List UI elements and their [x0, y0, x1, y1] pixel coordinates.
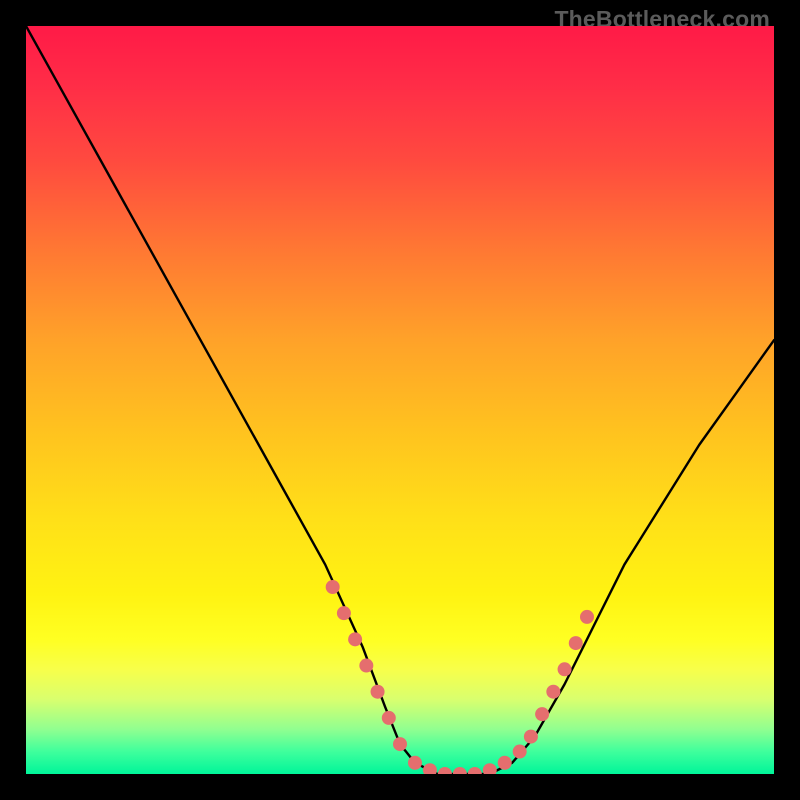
- highlight-dot: [535, 707, 549, 721]
- chart-frame: [26, 26, 774, 774]
- highlight-dot: [438, 767, 452, 774]
- highlight-dot: [423, 763, 437, 774]
- highlight-dot: [326, 580, 340, 594]
- highlight-dot: [359, 659, 373, 673]
- highlight-dot: [453, 767, 467, 774]
- highlight-dot: [546, 685, 560, 699]
- highlight-dot: [337, 606, 351, 620]
- chart-plot: [26, 26, 774, 774]
- bottleneck-curve: [26, 26, 774, 774]
- highlight-dot: [371, 685, 385, 699]
- highlight-dot: [468, 767, 482, 774]
- highlight-dot: [524, 730, 538, 744]
- highlight-dot: [498, 756, 512, 770]
- highlight-dot: [513, 745, 527, 759]
- highlight-dot: [382, 711, 396, 725]
- highlight-dot: [580, 610, 594, 624]
- highlight-dot: [408, 756, 422, 770]
- highlight-dot: [348, 632, 362, 646]
- highlight-dots-group: [326, 580, 594, 774]
- highlight-dot: [483, 763, 497, 774]
- highlight-dot: [393, 737, 407, 751]
- highlight-dot: [569, 636, 583, 650]
- highlight-dot: [558, 662, 572, 676]
